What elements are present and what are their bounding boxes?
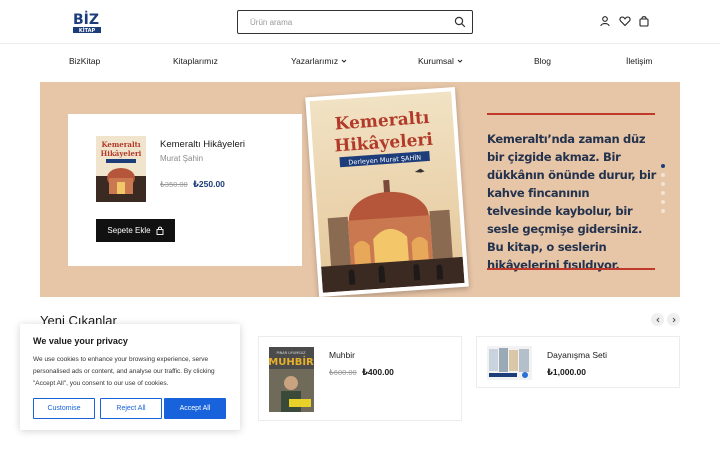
cookie-description: We use cookies to enhance your browsing … [33,356,215,387]
product-title[interactable]: Kemeraltı Hikâyeleri [160,139,245,150]
carousel-prev-button[interactable] [651,313,664,326]
product-card[interactable]: PINAR UYUMSUZ MUHBİR Muhbir ₺600.00 ₺400… [258,336,462,421]
slider-dot[interactable] [661,209,665,213]
slider-pagination [661,164,667,218]
accept-all-button[interactable]: Accept All [164,398,226,419]
cookie-title: We value your privacy [33,336,128,346]
carousel-arrows [651,313,680,326]
nav-item-iletisim[interactable]: İletişim [626,56,652,66]
slider-dot[interactable] [661,173,665,177]
slider-dot[interactable] [661,200,665,204]
nav-item-label: Kitaplarımız [173,56,218,66]
chevron-left-icon [655,317,659,322]
search-input[interactable] [238,11,448,33]
nav-item-blog[interactable]: Blog [534,56,551,66]
nav-item-kitaplarimiz[interactable]: Kitaplarımız [173,56,218,66]
cookie-consent-banner: We value your privacy We use cookies to … [20,324,240,430]
nav-item-label: İletişim [626,56,653,66]
nav-item-label: Blog [534,56,552,66]
svg-text:Kemeraltı: Kemeraltı [101,140,140,149]
product-thumbnail[interactable]: Kemeraltı Hikâyeleri [96,136,146,202]
search-icon[interactable] [454,16,466,28]
slider-dot[interactable] [661,182,665,186]
product-card[interactable]: Dayanışma Seti ₺1,000.00 [476,336,680,388]
nav-item-label: BizKitap [69,56,101,66]
account-icon[interactable] [599,15,611,27]
add-to-cart-label: Sepete Ekle [107,226,151,235]
old-price: ₺350.00 [160,180,188,189]
chevron-right-icon [672,317,676,322]
hero-description: Kemeraltı’nda zaman düz bir çizgide akma… [487,132,656,272]
sale-price: ₺250.00 [193,179,225,189]
search-box [237,10,473,34]
product-image[interactable]: PINAR UYUMSUZ MUHBİR [268,347,314,412]
carousel-next-button[interactable] [667,313,680,326]
sale-price: ₺1,000.00 [547,367,587,377]
hero-slider: Kemeraltı Hikâyeleri Kemeraltı Hikâyeler… [40,82,680,297]
nav-item-yazarlarimiz[interactable]: Yazarlarımız [291,56,347,66]
hero-top-divider [487,113,655,115]
hero-product-card: Kemeraltı Hikâyeleri Kemeraltı Hikâyeler… [68,114,302,266]
svg-text:MUHBİR: MUHBİR [269,354,314,368]
nav-item-label: Yazarlarımız [291,56,339,66]
wishlist-heart-icon[interactable] [619,15,631,27]
svg-text:KİTAP: KİTAP [79,27,96,34]
nav-item-kurumsal[interactable]: Kurumsal [418,56,463,66]
lock-bag-icon [156,226,164,235]
product-title[interactable]: Dayanışma Seti [547,350,607,360]
svg-text:BİZ: BİZ [73,11,99,28]
product-title[interactable]: Muhbir [329,350,355,360]
svg-text:PINAR UYUMSUZ: PINAR UYUMSUZ [276,351,306,355]
add-to-cart-button[interactable]: Sepete Ekle [96,219,175,242]
svg-text:Hikâyeleri: Hikâyeleri [101,149,142,158]
reject-all-button[interactable]: Reject All [100,398,162,419]
slider-dot[interactable] [661,164,665,168]
site-header: BİZ KİTAP [0,0,720,44]
product-image[interactable] [487,346,532,380]
nav-item-bizkitap[interactable]: BizKitap [69,56,100,66]
slider-dot[interactable] [661,191,665,195]
main-navigation: BizKitap Kitaplarımız Yazarlarımız Kurum… [0,45,720,75]
brand-logo[interactable]: BİZ KİTAP [70,6,104,36]
book-cover-image: Kemeraltı Hikâyeleri Derleyen Murat ŞAHİ… [305,87,469,297]
old-price: ₺600.00 [329,368,357,377]
customise-button[interactable]: Customise [33,398,95,419]
shopping-bag-icon[interactable] [638,15,650,27]
chevron-down-icon [341,59,347,63]
hero-bottom-divider [487,268,655,270]
sale-price: ₺400.00 [362,367,394,377]
product-author[interactable]: Murat Şahin [160,154,203,163]
nav-item-label: Kurumsal [418,56,454,66]
chevron-down-icon [457,59,463,63]
